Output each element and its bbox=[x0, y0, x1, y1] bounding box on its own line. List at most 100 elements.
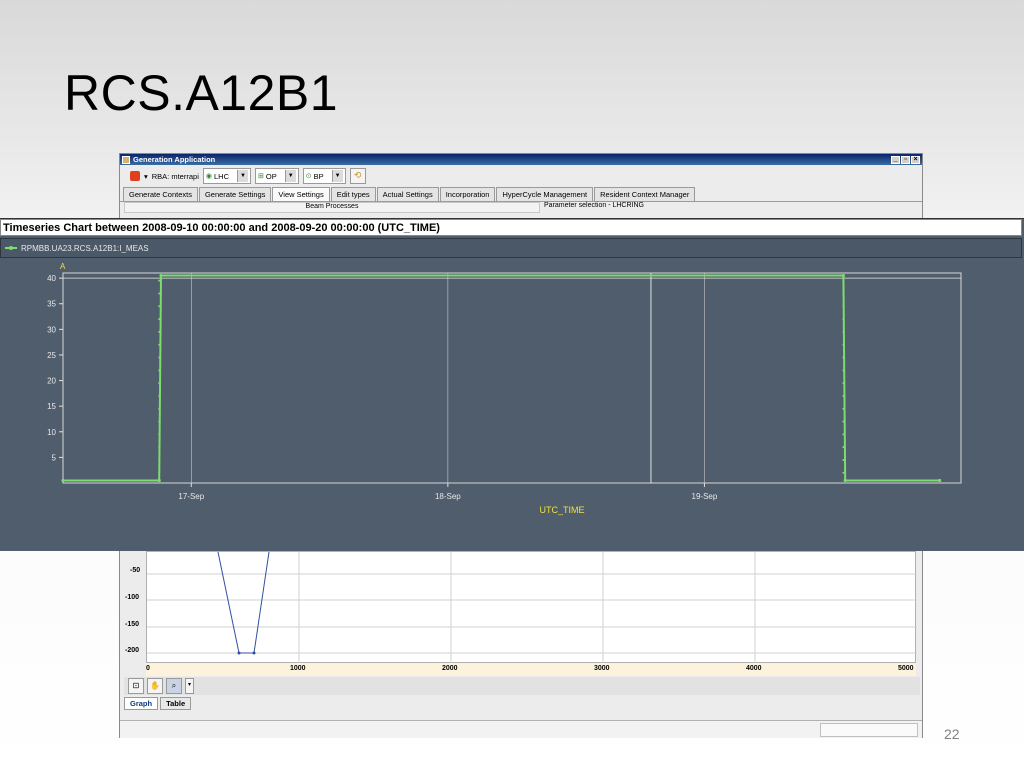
y-tick-label: 10 bbox=[47, 428, 56, 437]
refresh-icon[interactable]: ⟲ bbox=[349, 168, 366, 184]
rba-label: RBA: mterrapi bbox=[151, 171, 199, 181]
mode-select[interactable]: ⊞ OP ▼ bbox=[255, 168, 299, 184]
series-point bbox=[842, 471, 845, 474]
series-point bbox=[842, 305, 845, 308]
zoom-dropdown-arrow[interactable]: ▾ bbox=[185, 678, 194, 694]
y-tick-label: -50 bbox=[130, 567, 141, 574]
series-point bbox=[158, 394, 161, 397]
parameter-selection-header: Parameter selection - LHCRING bbox=[544, 202, 644, 209]
settings-point bbox=[237, 651, 241, 655]
tab-resident-context-manager[interactable]: Resident Context Manager bbox=[594, 187, 696, 201]
fit-view-icon[interactable]: ⊡ bbox=[128, 678, 144, 694]
series-point bbox=[158, 471, 161, 474]
window-titlebar: Generation Application _ ▫ × bbox=[120, 154, 922, 165]
timeseries-chart-svg[interactable]: 17-Sep 18-Sep 19-Sep 5 10 15 20 25 30 35 40 A UTC_TI… bbox=[0, 259, 1024, 549]
tab-generate-contexts[interactable]: Generate Contexts bbox=[123, 187, 198, 201]
y-tick-label: -100 bbox=[125, 594, 140, 601]
mode-icon: ⊞ bbox=[258, 173, 264, 180]
rba-icon[interactable] bbox=[130, 171, 140, 181]
window-title: Generation Application bbox=[133, 155, 216, 164]
tab-generate-settings[interactable]: Generate Settings bbox=[198, 187, 272, 201]
series-point bbox=[842, 458, 845, 461]
series-point bbox=[158, 343, 161, 346]
settings-plot-area[interactable] bbox=[146, 551, 917, 664]
series-point bbox=[61, 478, 65, 483]
mode-value: OP bbox=[265, 171, 277, 181]
zoom-icon[interactable]: ⌕ bbox=[166, 678, 182, 694]
chart-title: Timeseries Chart between 2008-09-10 00:0… bbox=[0, 219, 1022, 236]
y-tick-label: 20 bbox=[47, 377, 56, 386]
series-point bbox=[158, 458, 161, 461]
rba-dropdown-arrow[interactable]: ▾ bbox=[144, 172, 148, 181]
series-point bbox=[841, 273, 846, 278]
series-point bbox=[158, 420, 161, 423]
chevron-down-icon[interactable]: ▼ bbox=[237, 170, 248, 182]
series-point bbox=[842, 330, 845, 333]
series-point bbox=[843, 478, 847, 483]
settings-plot-svg bbox=[147, 551, 917, 664]
series-point bbox=[842, 420, 845, 423]
minimize-button[interactable]: _ bbox=[891, 155, 900, 164]
series-point bbox=[938, 478, 942, 483]
status-cell bbox=[820, 723, 918, 737]
machine-value: LHC bbox=[213, 171, 229, 181]
window-controls: _ ▫ × bbox=[891, 155, 922, 164]
app-icon bbox=[122, 155, 130, 164]
x-tick-label: 5000 bbox=[898, 665, 914, 672]
tab-graph[interactable]: Graph bbox=[124, 697, 159, 710]
machine-radio-icon: ◉ bbox=[205, 173, 212, 180]
tab-actual-settings[interactable]: Actual Settings bbox=[376, 187, 439, 201]
series-point bbox=[842, 356, 845, 359]
tab-incorporation[interactable]: Incorporation bbox=[439, 187, 496, 201]
x-axis-label: UTC_TIME bbox=[540, 505, 585, 515]
series-point bbox=[158, 407, 161, 410]
process-value: BP bbox=[313, 171, 324, 181]
tab-hypercycle-management[interactable]: HyperCycle Management bbox=[496, 187, 594, 201]
series-point bbox=[158, 356, 161, 359]
maximize-button[interactable]: ▫ bbox=[901, 155, 910, 164]
y-axis-label: A bbox=[60, 262, 66, 271]
x-tick-label: 4000 bbox=[746, 665, 762, 672]
settings-point bbox=[252, 651, 256, 655]
process-icon: ⊙ bbox=[305, 173, 312, 180]
chevron-down-icon[interactable]: ▼ bbox=[331, 170, 343, 182]
series-point bbox=[842, 446, 845, 449]
tab-view-settings[interactable]: View Settings bbox=[272, 187, 330, 201]
y-tick-label: -200 bbox=[125, 647, 140, 654]
x-tick-label: 1000 bbox=[290, 665, 306, 672]
x-tick-label: 17-Sep bbox=[178, 492, 204, 501]
app-toolbar: ▾ RBA: mterrapi ◉ LHC ▼ ⊞ OP ▼ ⊙ BP ▼ ⟲ bbox=[120, 165, 922, 187]
series-point bbox=[842, 292, 845, 295]
chart-legend: RPMBB.UA23.RCS.A12B1:I_MEAS bbox=[0, 238, 1022, 258]
legend-label: RPMBB.UA23.RCS.A12B1:I_MEAS bbox=[21, 243, 149, 253]
x-tick-label: 3000 bbox=[594, 665, 610, 672]
y-tick-label: 30 bbox=[47, 325, 56, 334]
y-tick-label: 25 bbox=[47, 351, 56, 360]
timeseries-chart-panel: Timeseries Chart between 2008-09-10 00:0… bbox=[0, 218, 1024, 551]
view-tabs: Graph Table bbox=[124, 697, 192, 710]
close-button[interactable]: × bbox=[911, 155, 920, 164]
tab-table[interactable]: Table bbox=[160, 697, 192, 710]
series-point bbox=[842, 369, 845, 372]
series-point bbox=[158, 369, 161, 372]
legend-swatch bbox=[5, 246, 17, 250]
x-axis-band: 0 1000 2000 3000 4000 5000 bbox=[146, 663, 916, 676]
series-point bbox=[157, 478, 161, 483]
x-tick-label: 19-Sep bbox=[692, 492, 718, 501]
plot-frame bbox=[62, 272, 962, 484]
series-point bbox=[158, 318, 161, 321]
chevron-down-icon[interactable]: ▼ bbox=[284, 170, 296, 182]
tab-edit-types[interactable]: Edit types bbox=[330, 187, 376, 201]
x-tick-label: 2000 bbox=[442, 665, 458, 672]
series-point bbox=[842, 407, 845, 410]
pan-hand-icon[interactable]: ✋ bbox=[147, 678, 163, 694]
y-tick-label: 5 bbox=[52, 453, 57, 462]
main-tabs: Generate Contexts Generate Settings View… bbox=[120, 187, 922, 202]
process-select[interactable]: ⊙ BP ▼ bbox=[302, 168, 346, 184]
machine-select[interactable]: ◉ LHC ▼ bbox=[202, 168, 251, 184]
beam-processes-header: Beam Processes bbox=[124, 202, 540, 213]
series-point bbox=[842, 343, 845, 346]
y-tick-label: -150 bbox=[125, 621, 140, 628]
series-point bbox=[158, 305, 161, 308]
x-tick-label: 0 bbox=[146, 665, 150, 672]
